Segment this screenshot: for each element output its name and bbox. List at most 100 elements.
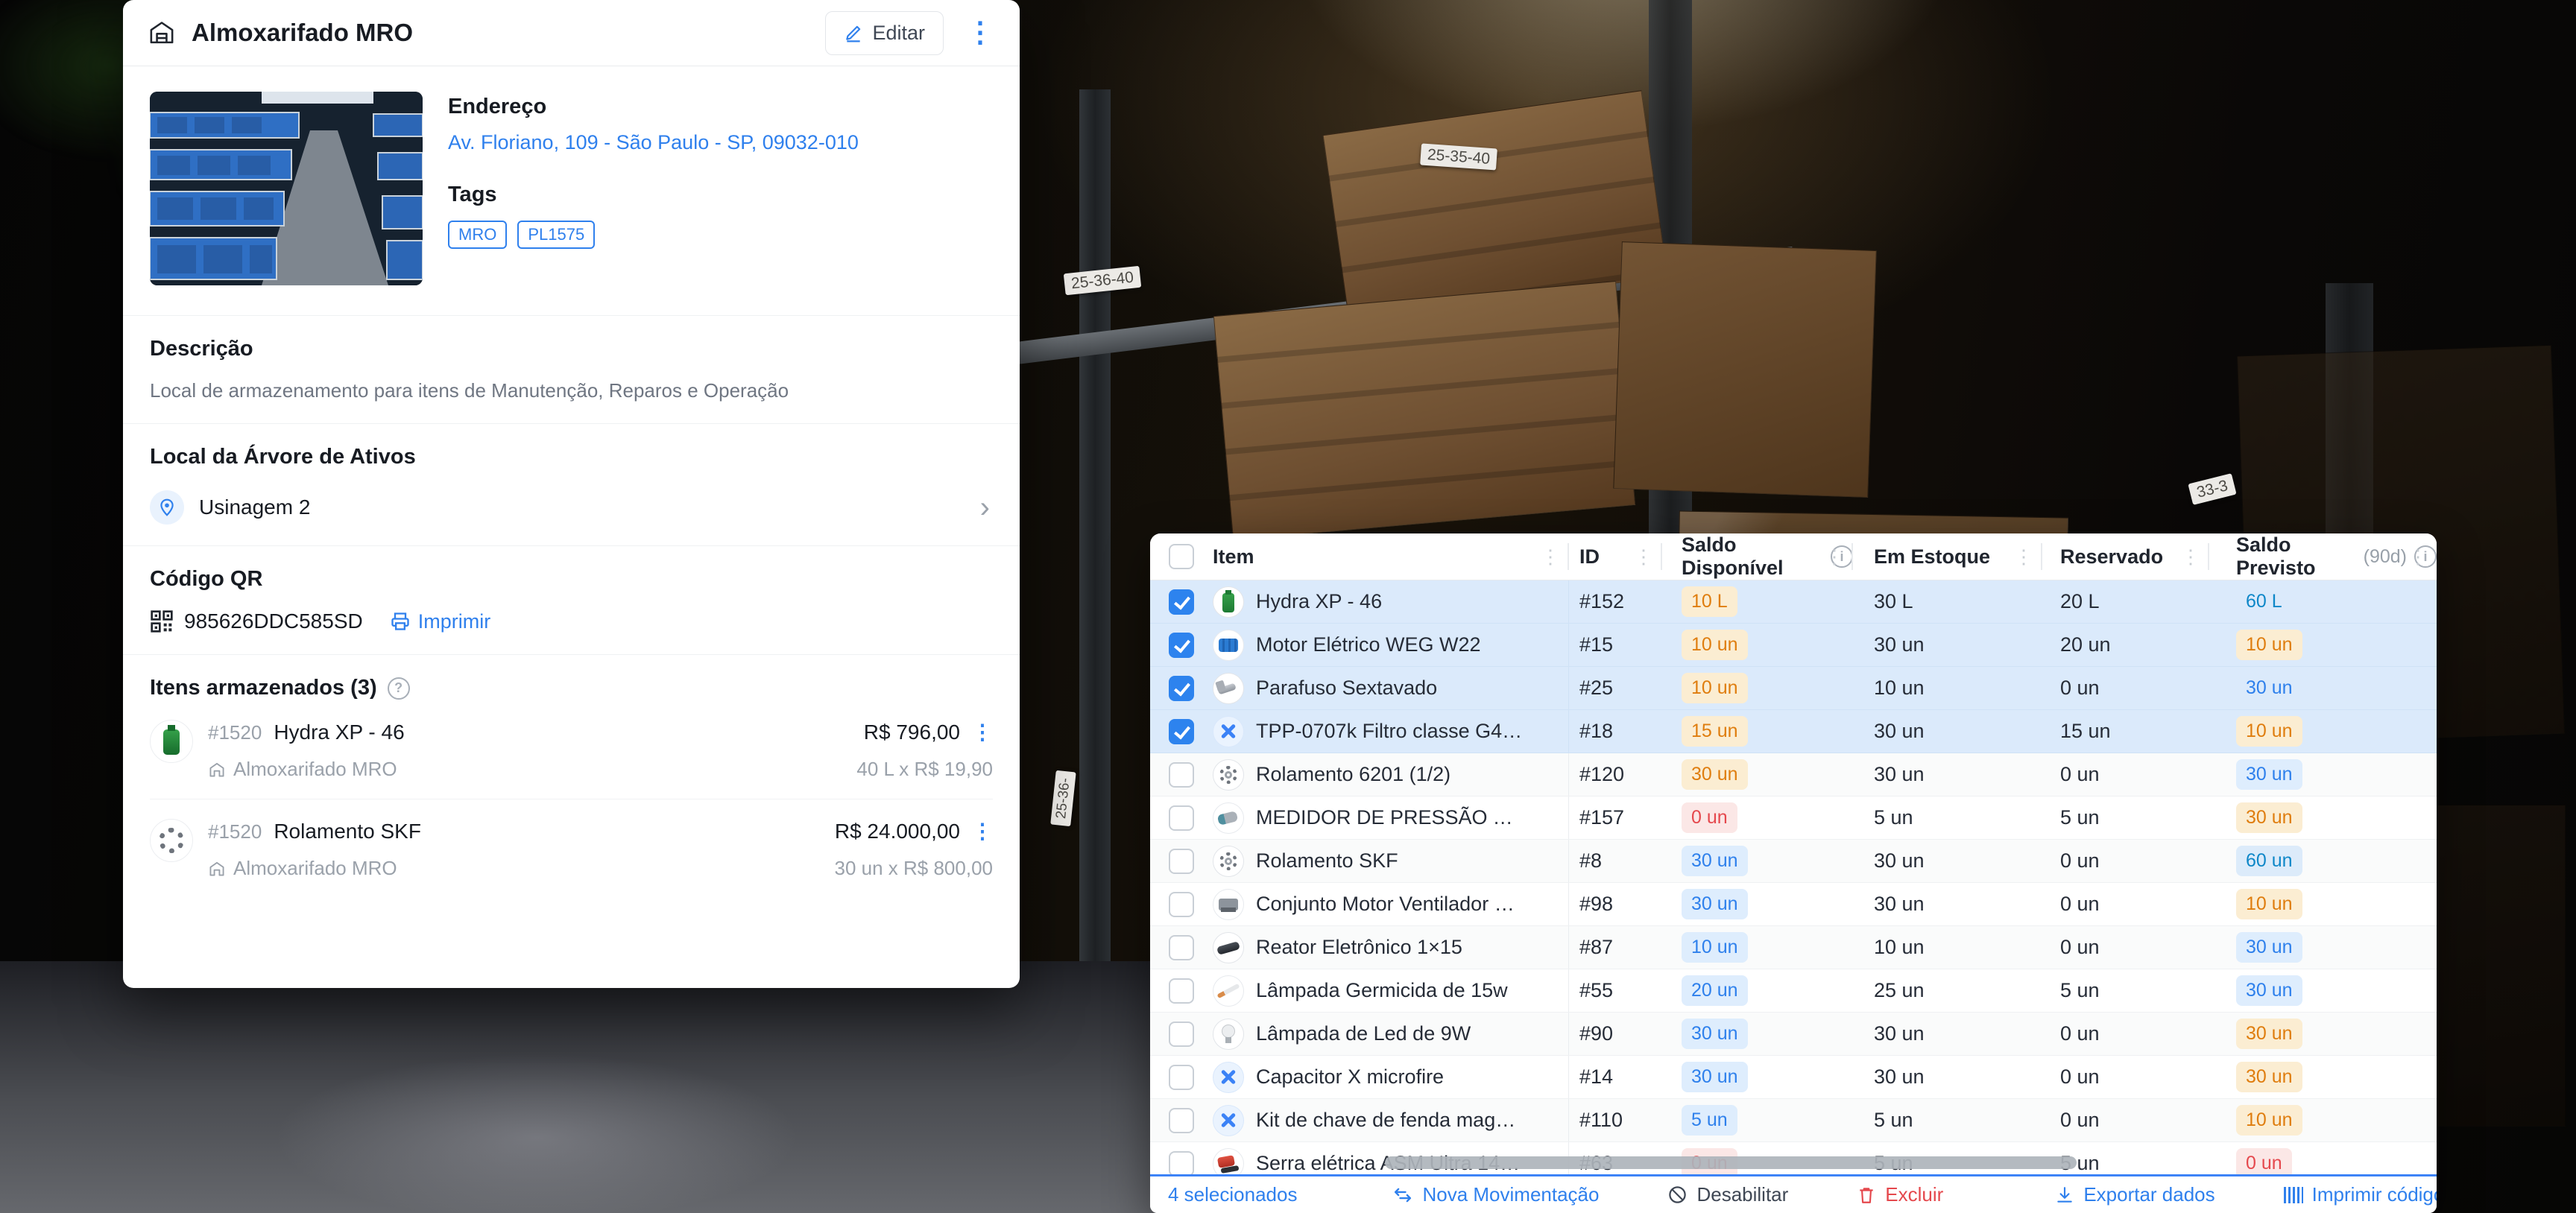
- column-header-saldo-disponivel[interactable]: Saldo Disponível i ⋮: [1662, 533, 1853, 580]
- column-kebab-icon[interactable]: ⋮: [2181, 545, 2200, 569]
- transfer-icon: [1392, 1185, 1413, 1206]
- column-kebab-icon[interactable]: ⋮: [1541, 545, 1560, 569]
- column-kebab-icon[interactable]: ⋮: [1825, 545, 1844, 569]
- item-name: Motor Elétrico WEG W22: [1256, 633, 1481, 656]
- asset-tree-item[interactable]: Usinagem 2 ›: [150, 490, 993, 525]
- item-thumbnail-icon: [1213, 759, 1244, 791]
- table-header: Item ⋮ ID ⋮ Saldo Disponível i ⋮ Em Esto…: [1150, 533, 2437, 580]
- page-title: Almoxarifado MRO: [192, 19, 825, 47]
- column-header-id[interactable]: ID ⋮: [1569, 533, 1662, 580]
- em-estoque-value: 30 un: [1853, 893, 2042, 916]
- reservado-value: 20 un: [2042, 633, 2209, 656]
- item-id: #120: [1569, 763, 1662, 786]
- item-thumbnail-icon: [1213, 1062, 1244, 1093]
- item-id: #14: [1569, 1065, 1662, 1089]
- cardboard-box: [1613, 241, 1876, 498]
- item-id: #90: [1569, 1022, 1662, 1045]
- cardboard-box: [1213, 281, 1635, 540]
- rack-post: [1079, 89, 1111, 1058]
- row-checkbox[interactable]: [1169, 892, 1194, 917]
- select-all-checkbox[interactable]: [1169, 544, 1194, 569]
- item-thumbnail-icon: [1213, 802, 1244, 834]
- table-row[interactable]: Parafuso Sextavado #25 10 un 10 un 0 un …: [1150, 667, 2437, 710]
- row-checkbox[interactable]: [1169, 805, 1194, 831]
- reservado-value: 0 un: [2042, 1022, 2209, 1045]
- table-row[interactable]: Motor Elétrico WEG W22 #15 10 un 30 un 2…: [1150, 624, 2437, 667]
- tags-list: MRO PL1575: [448, 221, 859, 249]
- column-header-item[interactable]: Item ⋮: [1213, 533, 1569, 580]
- table-row[interactable]: TPP-0707k Filtro classe G4 moldura c... …: [1150, 710, 2437, 753]
- printer-icon: [390, 611, 411, 632]
- description-text: Local de armazenamento para itens de Man…: [150, 379, 993, 402]
- em-estoque-value: 25 un: [1853, 979, 2042, 1002]
- row-checkbox[interactable]: [1169, 633, 1194, 658]
- edit-button[interactable]: Editar: [825, 11, 944, 55]
- row-checkbox[interactable]: [1169, 978, 1194, 1004]
- em-estoque-value: 30 un: [1853, 763, 2042, 786]
- item-name: Rolamento SKF: [1256, 849, 1398, 872]
- column-kebab-icon[interactable]: ⋮: [2408, 545, 2428, 569]
- address-link[interactable]: Av. Floriano, 109 - São Paulo - SP, 0903…: [448, 131, 859, 154]
- table-row[interactable]: Conjunto Motor Ventilador Veco #98 30 un…: [1150, 883, 2437, 926]
- card-menu-kebab-icon[interactable]: ⋮: [966, 19, 994, 47]
- stored-item-kebab-icon[interactable]: ⋮: [972, 819, 993, 843]
- row-checkbox[interactable]: [1169, 849, 1194, 874]
- home-icon: [208, 761, 226, 779]
- print-code-button[interactable]: Imprimir código: [2284, 1183, 2437, 1206]
- item-thumbnail-bearing: [150, 819, 193, 862]
- row-checkbox[interactable]: [1169, 935, 1194, 960]
- em-estoque-value: 30 un: [1853, 633, 2042, 656]
- row-checkbox[interactable]: [1169, 719, 1194, 744]
- item-name: TPP-0707k Filtro classe G4 moldura c...: [1256, 720, 1524, 743]
- column-kebab-icon[interactable]: ⋮: [2014, 545, 2033, 569]
- item-thumbnail-oil-bottle: [150, 720, 193, 763]
- table-row[interactable]: Rolamento 6201 (1/2) #120 30 un 30 un 0 …: [1150, 753, 2437, 796]
- table-row[interactable]: MEDIDOR DE PRESSÃO TK-N-1-E-B0... #157 0…: [1150, 796, 2437, 840]
- saldo-disponivel-badge: 30 un: [1682, 759, 1748, 790]
- row-checkbox[interactable]: [1169, 1022, 1194, 1047]
- item-name: MEDIDOR DE PRESSÃO TK-N-1-E-B0...: [1256, 806, 1524, 829]
- table-row[interactable]: Hydra XP - 46 #152 10 L 30 L 20 L 60 L: [1150, 580, 2437, 624]
- stored-item-row[interactable]: #1520 Hydra XP - 46 R$ 796,00 ⋮ Almoxari…: [150, 700, 993, 799]
- print-qr-button[interactable]: Imprimir: [390, 610, 490, 633]
- stored-item-kebab-icon[interactable]: ⋮: [972, 720, 993, 744]
- stored-items-label: Itens armazenados (3): [150, 676, 377, 700]
- row-checkbox[interactable]: [1169, 1065, 1194, 1090]
- item-name: Lâmpada de Led de 9W: [1256, 1022, 1471, 1045]
- table-row[interactable]: Lâmpada de Led de 9W #90 30 un 30 un 0 u…: [1150, 1013, 2437, 1056]
- em-estoque-value: 10 un: [1853, 677, 2042, 700]
- column-header-em-estoque[interactable]: Em Estoque ⋮: [1853, 533, 2042, 580]
- location-detail-card: Almoxarifado MRO Editar ⋮: [123, 0, 1020, 988]
- table-row[interactable]: Rolamento SKF #8 30 un 30 un 0 un 60 un: [1150, 840, 2437, 883]
- export-data-button[interactable]: Exportar dados: [2055, 1183, 2214, 1206]
- row-checkbox[interactable]: [1169, 1151, 1194, 1176]
- table-row[interactable]: Kit de chave de fenda magnética mul... #…: [1150, 1099, 2437, 1142]
- horizontal-scrollbar[interactable]: [1385, 1156, 2077, 1169]
- warehouse-icon: [148, 19, 175, 46]
- stored-item-row[interactable]: #1520 Rolamento SKF R$ 24.000,00 ⋮ Almox…: [150, 799, 993, 898]
- reservado-value: 0 un: [2042, 763, 2209, 786]
- table-row[interactable]: Capacitor X microfire #14 30 un 30 un 0 …: [1150, 1056, 2437, 1099]
- saldo-previsto-badge: 10 un: [2236, 630, 2302, 660]
- item-name: Kit de chave de fenda magnética mul...: [1256, 1109, 1524, 1132]
- tag-chip: MRO: [448, 221, 507, 249]
- em-estoque-value: 5 un: [1853, 806, 2042, 829]
- row-checkbox[interactable]: [1169, 589, 1194, 615]
- row-checkbox[interactable]: [1169, 762, 1194, 788]
- column-header-reservado[interactable]: Reservado ⋮: [2042, 533, 2209, 580]
- description-section: Descrição Local de armazenamento para it…: [123, 316, 1020, 424]
- asset-tree-item-label: Usinagem 2: [199, 495, 980, 519]
- item-id: #110: [1569, 1109, 1662, 1132]
- qr-code-value: 985626DDC585SD: [184, 609, 363, 633]
- row-checkbox[interactable]: [1169, 676, 1194, 701]
- column-header-saldo-previsto[interactable]: Saldo Previsto (90d) i ⋮: [2209, 533, 2437, 580]
- row-checkbox[interactable]: [1169, 1108, 1194, 1133]
- item-thumbnail-icon: [1213, 1105, 1244, 1136]
- new-movement-button[interactable]: Nova Movimentação: [1392, 1183, 1599, 1206]
- column-kebab-icon[interactable]: ⋮: [1634, 545, 1653, 569]
- disable-button[interactable]: Desabilitar: [1667, 1183, 1788, 1206]
- delete-button[interactable]: Excluir: [1857, 1183, 1943, 1206]
- table-row[interactable]: Reator Eletrônico 1×15 #87 10 un 10 un 0…: [1150, 926, 2437, 969]
- saldo-disponivel-badge: 10 un: [1682, 673, 1748, 703]
- table-row[interactable]: Lâmpada Germicida de 15w #55 20 un 25 un…: [1150, 969, 2437, 1013]
